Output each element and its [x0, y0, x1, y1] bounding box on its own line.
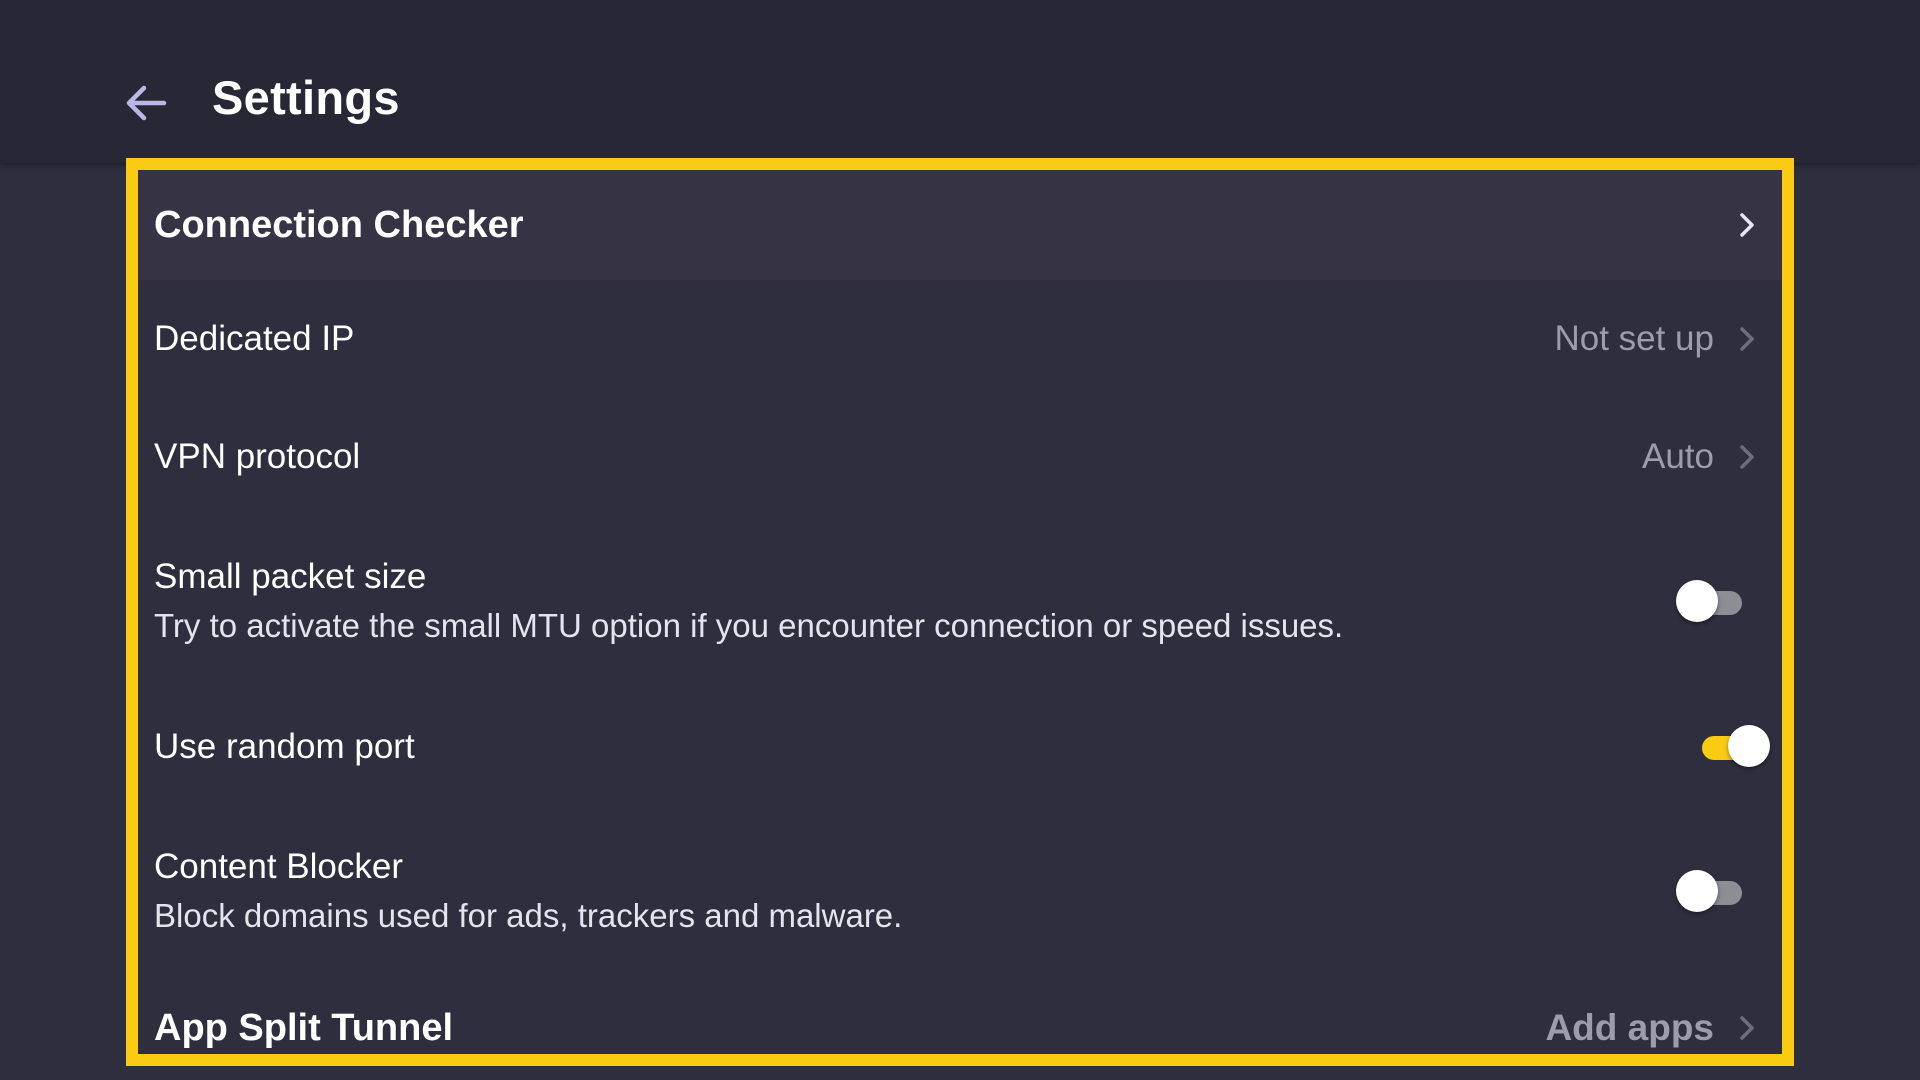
page-title: Settings: [212, 71, 400, 124]
content-blocker-label: Content Blocker: [154, 847, 404, 886]
use-random-port-toggle[interactable]: [1692, 725, 1770, 769]
content-blocker-toggle[interactable]: [1676, 870, 1748, 914]
dedicated-ip-label: Dedicated IP: [154, 319, 355, 358]
connection-checker-row[interactable]: Connection Checker: [138, 170, 1782, 280]
small-packet-size-row[interactable]: Small packet size Try to activate the sm…: [138, 516, 1782, 688]
app-split-tunnel-label: App Split Tunnel: [154, 1007, 454, 1049]
small-packet-size-toggle[interactable]: [1676, 580, 1748, 624]
small-packet-size-description: Try to activate the small MTU option if …: [154, 607, 1344, 644]
dedicated-ip-value: Not set up: [1554, 319, 1714, 358]
use-random-port-row[interactable]: Use random port: [138, 688, 1782, 806]
connection-checker-label: Connection Checker: [154, 204, 524, 246]
top-bar: Settings: [0, 0, 1920, 163]
chevron-right-icon: [1736, 440, 1758, 474]
settings-list: Connection Checker Dedicated IP Not set …: [138, 170, 1782, 1054]
content-blocker-description: Block domains used for ads, trackers and…: [154, 897, 903, 934]
vpn-protocol-row[interactable]: VPN protocol Auto: [138, 398, 1782, 516]
app-split-tunnel-value: Add apps: [1545, 1007, 1714, 1048]
app-split-tunnel-row[interactable]: App Split Tunnel Add apps: [138, 978, 1782, 1054]
chevron-right-icon: [1736, 1011, 1758, 1045]
chevron-right-icon: [1736, 322, 1758, 356]
back-button[interactable]: [118, 75, 174, 131]
chevron-right-icon: [1736, 208, 1758, 242]
dedicated-ip-row[interactable]: Dedicated IP Not set up: [138, 280, 1782, 398]
vpn-protocol-label: VPN protocol: [154, 437, 361, 476]
small-packet-size-label: Small packet size: [154, 557, 427, 596]
content-blocker-row[interactable]: Content Blocker Block domains used for a…: [138, 806, 1782, 978]
use-random-port-label: Use random port: [154, 727, 415, 766]
vpn-protocol-value: Auto: [1642, 437, 1714, 476]
arrow-left-icon: [126, 85, 167, 121]
